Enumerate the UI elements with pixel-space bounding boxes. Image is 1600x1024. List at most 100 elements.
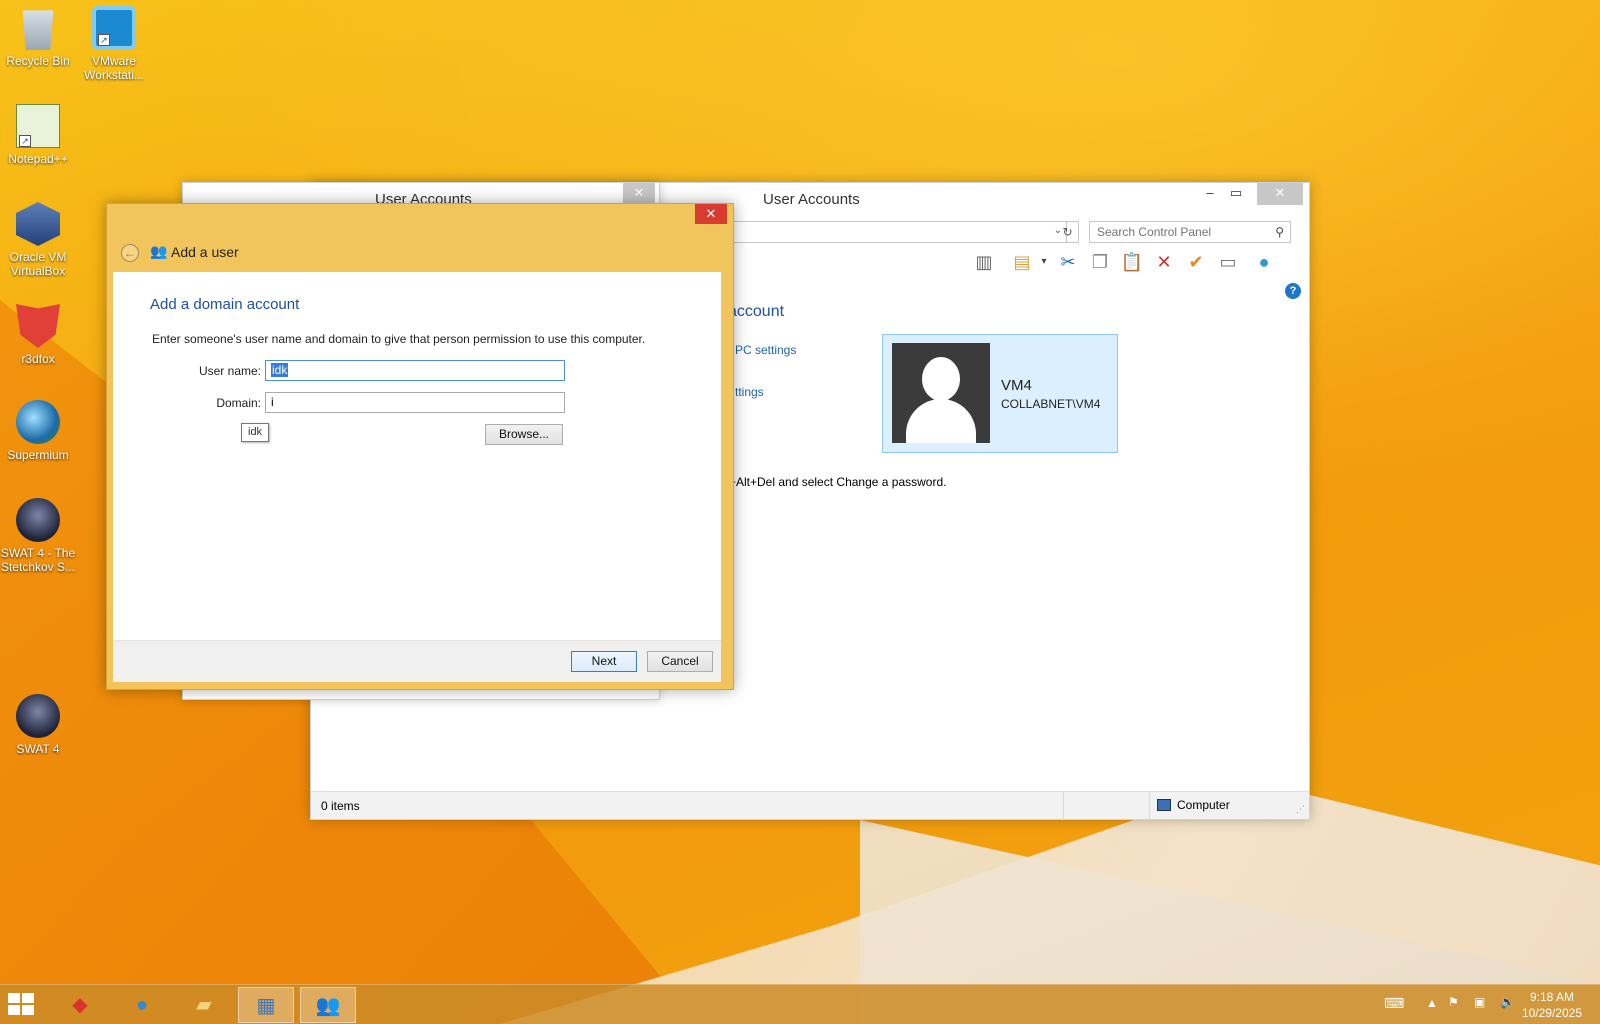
taskbar-app-supermium[interactable]: ● <box>114 987 170 1023</box>
users-icon: 👥 <box>150 243 168 259</box>
window-title: User Accounts <box>763 191 860 208</box>
taskbar-app-file-explorer[interactable]: ▰ <box>176 987 232 1023</box>
folder-icon: ▰ <box>196 994 212 1016</box>
paste-icon[interactable]: 📋 <box>1119 249 1145 275</box>
settings-link[interactable]: ttings <box>735 385 764 399</box>
control-panel-icon: ▦ <box>256 995 276 1017</box>
volume-muted-icon[interactable]: 🔈 <box>1500 995 1515 1024</box>
status-bar: 0 items Computer ⋰ <box>311 791 1309 820</box>
refresh-icon: ↻ <box>1062 225 1073 239</box>
keyboard-icon[interactable]: ⌨ <box>1384 995 1404 1024</box>
domain-value: i <box>271 395 274 409</box>
user-card[interactable]: VM4 COLLABNET\VM4 <box>882 334 1118 453</box>
back-arrow-icon[interactable]: ← <box>121 244 139 262</box>
supermium-icon <box>16 400 60 444</box>
page-heading: account <box>728 303 785 320</box>
username-field[interactable]: idk <box>265 360 565 381</box>
desktop-icon-label: Notepad++ <box>8 152 68 166</box>
dialog-heading: Add a domain account <box>150 296 300 313</box>
status-divider <box>1063 792 1064 820</box>
show-hidden-icons-icon[interactable]: ▲ <box>1426 996 1438 1024</box>
swat4-expansion-icon <box>16 498 60 542</box>
cancel-button[interactable]: Cancel <box>647 651 713 672</box>
autocomplete-suggestion[interactable]: idk <box>241 423 270 442</box>
address-bar[interactable]: s ⌄ <box>721 221 1067 243</box>
taskbar-app-control-panel[interactable]: ▦ <box>238 987 294 1023</box>
swat4-icon <box>16 694 60 738</box>
dialog-footer: Next Cancel <box>113 640 721 682</box>
copy-icon[interactable]: ❐ <box>1087 249 1113 275</box>
computer-icon <box>1157 799 1171 811</box>
help-icon[interactable]: ? <box>1285 283 1301 299</box>
taskbar-app-user-accounts[interactable]: 👥 <box>300 987 356 1023</box>
search-box[interactable]: ⚲ <box>1089 221 1291 243</box>
dropdown-arrow-icon[interactable]: ▾ <box>1031 249 1057 275</box>
desktop-icon-label: VMware Workstati... <box>84 54 144 82</box>
username-value: idk <box>271 363 289 377</box>
search-input[interactable] <box>1090 222 1260 242</box>
checkmark-icon[interactable]: ✔ <box>1183 249 1209 275</box>
desktop-icon-swat4[interactable]: SWAT 4 <box>0 694 76 756</box>
shortcut-arrow-icon: ↗ <box>98 34 110 46</box>
search-icon: ⚲ <box>1275 225 1284 239</box>
recycle-bin-icon <box>22 10 54 50</box>
r3dfox-icon <box>16 304 60 348</box>
domain-label: Domain: <box>216 396 261 410</box>
desktop-icon-label: SWAT 4 - The Stetchkov S... <box>0 546 76 574</box>
desktop-icon-supermium[interactable]: Supermium <box>0 400 76 462</box>
user-domain: COLLABNET\VM4 <box>1001 397 1101 411</box>
clock-date: 10/29/2025 <box>1521 1006 1582 1020</box>
shortcut-arrow-icon: ↗ <box>19 135 31 147</box>
dialog-content: Add a domain account Enter someone's use… <box>113 272 721 682</box>
user-name: VM4 <box>1001 377 1032 394</box>
domain-field[interactable]: i <box>265 392 565 413</box>
change-password-hint: +Alt+Del and select Change a password. <box>729 475 947 489</box>
notepad-plus-plus-icon: ↗ <box>16 104 60 148</box>
desktop-icon-recycle-bin[interactable]: Recycle Bin <box>0 6 76 68</box>
network-globe-icon[interactable]: ● <box>1251 249 1277 275</box>
status-location-label: Computer <box>1177 798 1230 812</box>
start-button[interactable] <box>8 993 36 1017</box>
user-accounts-icon: 👥 <box>315 995 341 1017</box>
taskbar-app-r3dfox[interactable]: ◆ <box>52 987 108 1023</box>
dialog-description: Enter someone's user name and domain to … <box>152 332 646 346</box>
taskbar: ◆ ● ▰ ▦ 👥 ⌨ ▲ ⚑ ▣ 🔈 9:18 AM 10/29/2025 <box>0 984 1600 1024</box>
username-label: User name: <box>198 364 261 378</box>
status-item-count: 0 items <box>321 799 360 813</box>
r3dfox-icon: ◆ <box>72 994 88 1016</box>
cut-icon[interactable]: ✂ <box>1055 249 1081 275</box>
network-icon[interactable]: ▣ <box>1474 995 1485 1024</box>
virtualbox-icon <box>16 202 60 246</box>
close-button[interactable]: ✕ <box>623 183 655 205</box>
desktop-icon-label: Recycle Bin <box>6 54 70 68</box>
close-button[interactable]: ✕ <box>695 204 727 224</box>
vmware-icon: ↗ <box>92 6 136 50</box>
action-center-icon[interactable]: ⚑ <box>1448 995 1459 1024</box>
desktop-icon-vmware[interactable]: ↗ VMware Workstati... <box>76 6 152 82</box>
pc-settings-link[interactable]: PC settings <box>735 343 796 357</box>
delete-icon[interactable]: ✕ <box>1151 249 1177 275</box>
clock[interactable]: 9:18 AM 10/29/2025 <box>1522 989 1582 1021</box>
next-button[interactable]: Next <box>571 651 637 672</box>
desktop-icon-label: r3dfox <box>21 352 55 366</box>
resize-grip-icon[interactable]: ⋰ <box>1296 804 1305 815</box>
add-user-dialog[interactable]: ✕ ← 👥 Add a user Add a domain account En… <box>106 203 734 690</box>
desktop-icon-swat4-expansion[interactable]: SWAT 4 - The Stetchkov S... <box>0 498 76 574</box>
desktop-icon-virtualbox[interactable]: Oracle VM VirtualBox <box>0 202 76 278</box>
browse-button[interactable]: Browse... <box>485 424 563 445</box>
minimize-button[interactable]: – <box>1197 183 1223 205</box>
maximize-button[interactable]: ▭ <box>1223 183 1249 205</box>
status-location: Computer <box>1157 798 1230 812</box>
close-button[interactable]: ✕ <box>1257 183 1303 205</box>
desktop-icon-notepad-plus-plus[interactable]: ↗ Notepad++ <box>0 104 76 166</box>
desktop-icon-label: Supermium <box>7 448 69 462</box>
layout-pane-icon[interactable]: ▥ <box>971 249 997 275</box>
supermium-icon: ● <box>135 994 149 1016</box>
desktop-icon-label: SWAT 4 <box>16 742 60 756</box>
clock-time: 9:18 AM <box>1529 990 1574 1004</box>
desktop-icon-r3dfox[interactable]: r3dfox <box>0 304 76 366</box>
status-divider <box>1149 792 1150 820</box>
dialog-header: Add a user <box>171 244 239 260</box>
properties-icon[interactable]: ▭ <box>1215 249 1241 275</box>
refresh-button[interactable]: ↻ <box>1057 221 1079 243</box>
